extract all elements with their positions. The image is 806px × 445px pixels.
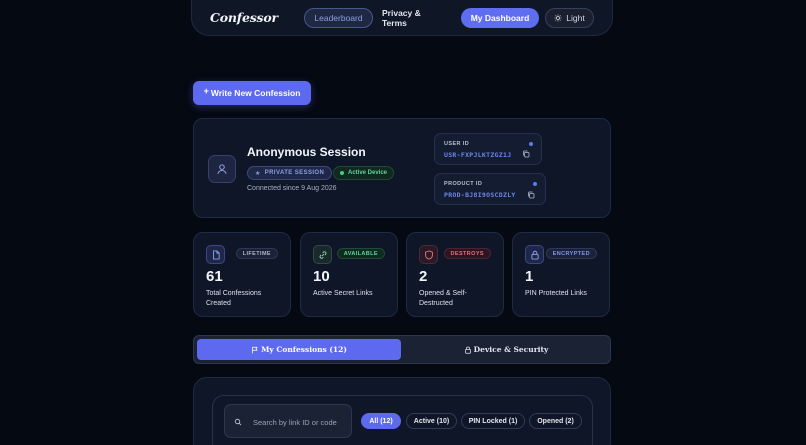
stat-value: 2: [419, 268, 428, 285]
stat-value: 10: [313, 268, 330, 285]
filter-opened-chip[interactable]: Opened (2): [529, 413, 582, 429]
stat-icon-box: [313, 245, 332, 264]
stat-icon-box: [206, 245, 225, 264]
search-box: [224, 404, 352, 438]
tab-my-confessions-label: My Confessions (12): [261, 345, 347, 354]
active-device-label: Active Device: [348, 170, 388, 176]
star-icon: ★: [255, 170, 261, 177]
product-id-label: PRODUCT ID: [444, 181, 483, 187]
write-new-confession-button[interactable]: + Write New Confession: [193, 81, 311, 105]
confessions-panel: All (12) Active (10) PIN Locked (1) Open…: [193, 377, 611, 445]
user-id-value: USR-FXPJLKTZGZ1J: [444, 151, 512, 159]
privacy-terms-link[interactable]: Privacy & Terms: [382, 8, 446, 28]
filter-all-chip[interactable]: All (12): [361, 413, 401, 429]
available-badge: AVAILABLE: [336, 248, 385, 259]
stat-icon-box: [525, 245, 544, 264]
sun-icon: [554, 14, 562, 22]
flag-icon: [252, 346, 258, 353]
stat-icon-box: [419, 245, 438, 264]
tab-my-confessions[interactable]: My Confessions (12): [197, 339, 401, 360]
indicator-dot-icon: [529, 142, 533, 146]
leaderboard-button[interactable]: Leaderboard: [304, 8, 373, 28]
filter-bar: All (12) Active (10) PIN Locked (1) Open…: [212, 395, 593, 445]
tab-device-security-label: Device & Security: [473, 345, 549, 354]
user-id-label: USER ID: [444, 141, 470, 147]
copy-icon[interactable]: [527, 191, 535, 199]
session-title: Anonymous Session: [247, 145, 366, 159]
my-dashboard-button[interactable]: My Dashboard: [461, 8, 539, 28]
stat-label: PIN Protected Links: [525, 290, 587, 297]
plus-icon: +: [203, 86, 209, 96]
theme-toggle-label: Light: [566, 13, 585, 23]
filter-active-chip[interactable]: Active (10): [406, 413, 457, 429]
shield-icon: [424, 249, 433, 260]
stat-value: 1: [525, 268, 534, 285]
stat-label: Total Confessions Created: [206, 290, 262, 307]
filter-pin-locked-chip[interactable]: PIN Locked (1): [461, 413, 525, 429]
encrypted-badge: ENCRYPTED: [545, 248, 597, 259]
stat-label: Active Secret Links: [313, 290, 373, 297]
top-navbar: Confessor Leaderboard Privacy & Terms My…: [191, 0, 613, 36]
product-id-box: PRODUCT ID PROD-BJ8I9OSCDZLY: [434, 173, 546, 205]
stat-card-encrypted: ENCRYPTED 1 PIN Protected Links: [512, 232, 610, 317]
stat-card-lifetime: LIFETIME 61 Total Confessions Created: [193, 232, 291, 317]
link-icon: [319, 250, 326, 259]
active-device-badge: Active Device: [333, 166, 395, 180]
private-session-label: PRIVATE SESSION: [264, 170, 325, 176]
stat-card-destroys: DESTROYS 2 Opened & Self-Destructed: [406, 232, 504, 317]
write-button-label: Write New Confession: [210, 88, 301, 98]
lock-icon: [530, 250, 539, 260]
lifetime-badge: LIFETIME: [235, 248, 278, 259]
dashboard-tabs: My Confessions (12) Device & Security: [193, 335, 611, 364]
connected-since-text: Connected since 9 Aug 2026: [247, 185, 337, 192]
session-card: Anonymous Session ★ PRIVATE SESSION Acti…: [193, 118, 611, 218]
lock-icon: [464, 346, 471, 354]
search-input[interactable]: [253, 415, 349, 429]
avatar: [208, 155, 236, 183]
theme-toggle-button[interactable]: Light: [545, 8, 594, 28]
user-icon: [217, 164, 227, 175]
destroys-badge: DESTROYS: [443, 248, 491, 259]
stat-card-available: AVAILABLE 10 Active Secret Links: [300, 232, 398, 317]
search-icon: [234, 418, 242, 426]
copy-icon[interactable]: [522, 150, 530, 158]
user-id-box: USER ID USR-FXPJLKTZGZ1J: [434, 133, 542, 165]
file-icon: [212, 249, 220, 260]
status-dot-icon: [340, 171, 344, 175]
indicator-dot-icon: [533, 182, 537, 186]
product-id-value: PROD-BJ8I9OSCDZLY: [444, 191, 516, 199]
brand-logo[interactable]: Confessor: [210, 10, 278, 25]
private-session-badge: ★ PRIVATE SESSION: [247, 166, 333, 180]
stat-label: Opened & Self-Destructed: [419, 290, 467, 307]
tab-device-security[interactable]: Device & Security: [404, 339, 608, 360]
stat-value: 61: [206, 268, 223, 285]
